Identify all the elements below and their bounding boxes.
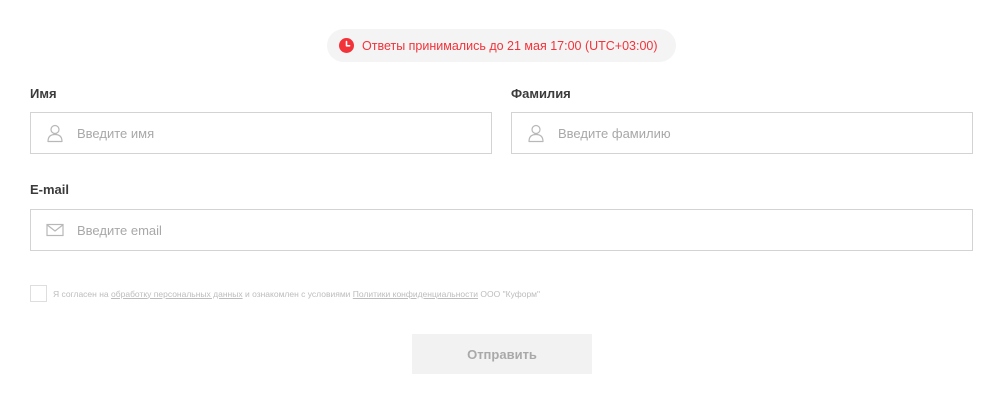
first-name-label: Имя: [30, 86, 57, 101]
last-name-label: Фамилия: [511, 86, 571, 101]
consent-text-before: Я согласен на: [53, 288, 109, 299]
form-page: Ответы принимались до 21 мая 17:00 (UTC+…: [0, 0, 1008, 394]
personal-data-link[interactable]: обработку персональных данных: [111, 289, 243, 299]
last-name-input[interactable]: [558, 113, 972, 153]
deadline-text: Ответы принимались до 21 мая 17:00 (UTC+…: [362, 38, 658, 53]
consent-text: Я согласен на обработку персональных дан…: [53, 289, 540, 299]
first-name-input[interactable]: [77, 113, 491, 153]
consent-row: Я согласен на обработку персональных дан…: [30, 285, 540, 302]
envelope-icon: [45, 220, 65, 240]
clock-icon: [339, 38, 354, 53]
user-icon: [526, 123, 546, 143]
email-label: E-mail: [30, 182, 70, 197]
email-input[interactable]: [77, 210, 972, 250]
deadline-notice: Ответы принимались до 21 мая 17:00 (UTC+…: [327, 29, 676, 62]
consent-checkbox[interactable]: [30, 285, 47, 302]
privacy-policy-link[interactable]: Политики конфиденциальности: [353, 289, 478, 299]
user-icon: [45, 123, 65, 143]
consent-text-after: ООО "Куформ": [480, 288, 541, 299]
consent-text-middle: и ознакомлен с условиями: [244, 288, 351, 299]
email-field[interactable]: [30, 209, 973, 251]
submit-button[interactable]: Отправить: [412, 334, 592, 374]
last-name-field[interactable]: [511, 112, 973, 154]
first-name-field[interactable]: [30, 112, 492, 154]
